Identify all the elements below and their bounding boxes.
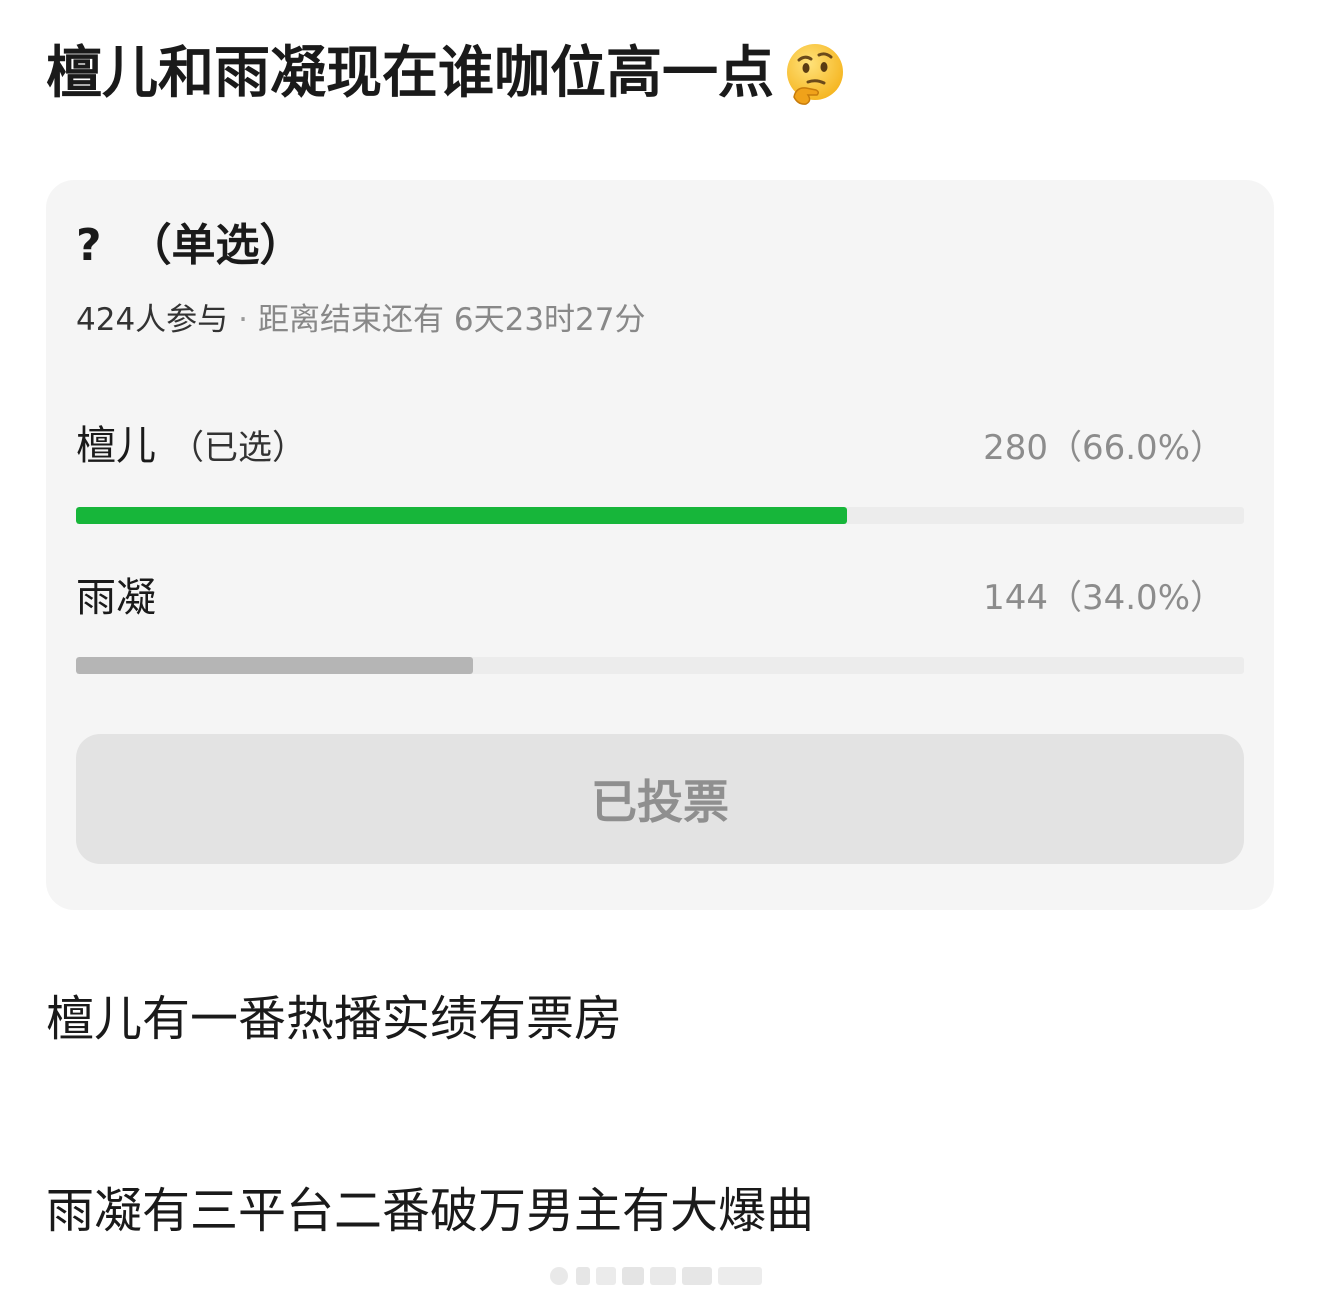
poll-option-1-label[interactable]: 檀儿 （已选）: [76, 418, 306, 476]
body-line-2: 雨凝有三平台二番破万男主有大爆曲: [46, 1183, 815, 1239]
poll-option-1-bar-fill: [76, 507, 847, 524]
meta-separator: ·: [238, 302, 249, 338]
post-title-text: 檀儿和雨凝现在谁咖位高一点: [46, 41, 774, 106]
poll-type-label: （单选）: [127, 220, 304, 271]
poll-option-1-count: 280（66.0%）: [983, 428, 1224, 468]
watermark-logo: [550, 1263, 770, 1289]
poll-option-2-count: 144（34.0%）: [983, 578, 1224, 618]
poll-option-2-bar-fill: [76, 657, 474, 674]
thinking-face-icon: [782, 41, 848, 107]
poll-option-2-label[interactable]: 雨凝: [76, 570, 156, 626]
selected-tag: （已选）: [170, 428, 306, 468]
option-2-text: 雨凝: [76, 575, 156, 621]
poll-meta: 424人参与 · 距离结束还有 6天23时27分: [76, 298, 646, 342]
voted-button[interactable]: 已投票: [76, 734, 1244, 864]
post-title: 檀儿和雨凝现在谁咖位高一点: [46, 34, 848, 114]
poll-question-mark: ?: [76, 220, 102, 271]
poll-deadline: 距离结束还有 6天23时27分: [258, 302, 646, 338]
participants-count: 424人参与: [76, 302, 229, 338]
poll-card: ? （单选） 424人参与 · 距离结束还有 6天23时27分 檀儿 （已选） 280（…: [46, 180, 1274, 910]
poll-option-1-bar-track: [76, 507, 1244, 524]
poll-question: ? （单选）: [76, 216, 304, 276]
option-1-text: 檀儿: [76, 423, 156, 469]
poll-option-2-bar-track: [76, 657, 1244, 674]
body-line-1: 檀儿有一番热播实绩有票房: [46, 991, 623, 1047]
